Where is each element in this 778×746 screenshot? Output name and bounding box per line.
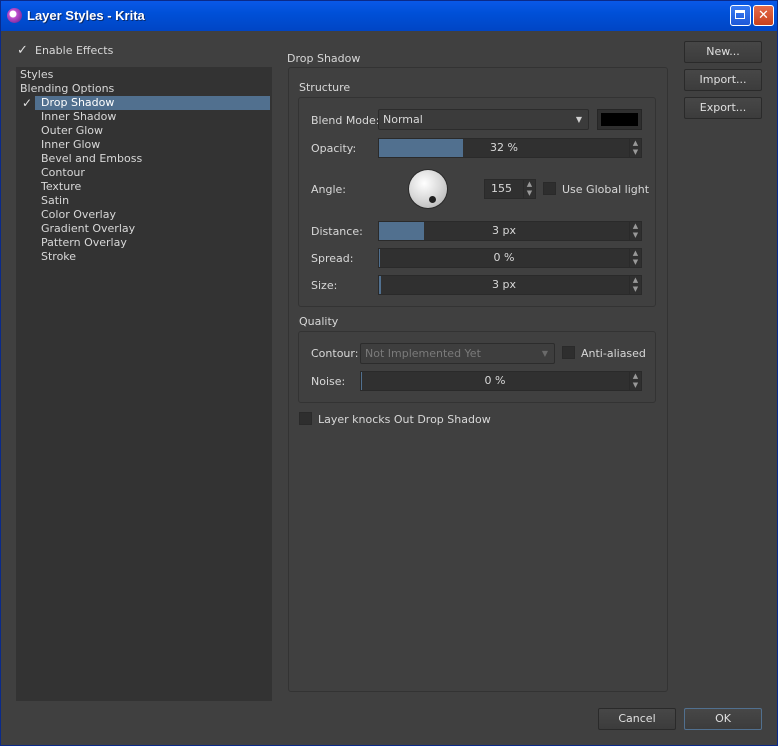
noise-spin-arrows-icon[interactable]: ▲ ▼ <box>629 372 641 390</box>
shadow-color-button[interactable] <box>597 109 642 130</box>
chevron-down-icon: ▼ <box>575 115 582 124</box>
opacity-slider[interactable]: 32 % ▲ ▼ <box>378 138 642 158</box>
angle-spinbox[interactable]: 155 ▲ ▼ <box>484 179 536 199</box>
use-global-light-label[interactable]: Use Global light <box>562 183 649 196</box>
list-item-pattern-overlay[interactable]: Pattern Overlay <box>41 236 127 250</box>
opacity-value: 32 % <box>490 141 518 154</box>
close-button[interactable]: ✕ <box>753 5 774 26</box>
drop-shadow-check-icon[interactable]: ✓ <box>22 97 32 110</box>
panel-title: Drop Shadow <box>287 52 361 65</box>
opacity-label: Opacity: <box>311 142 357 155</box>
quality-title: Quality <box>299 315 339 328</box>
list-item-stroke[interactable]: Stroke <box>41 250 76 264</box>
spread-label: Spread: <box>311 252 354 265</box>
size-slider[interactable]: 3 px ▲ ▼ <box>378 275 642 295</box>
spread-value: 0 % <box>493 251 515 264</box>
window-title: Layer Styles - Krita <box>27 8 145 23</box>
spread-slider[interactable]: 0 % ▲ ▼ <box>378 248 642 268</box>
list-item-bevel-and-emboss[interactable]: Bevel and Emboss <box>41 152 142 166</box>
distance-slider[interactable]: 3 px ▲ ▼ <box>378 221 642 241</box>
blend-mode-value: Normal <box>383 113 423 126</box>
list-item-texture[interactable]: Texture <box>41 180 81 194</box>
angle-dial-handle-icon <box>429 196 436 203</box>
distance-value: 3 px <box>492 224 516 237</box>
maximize-icon <box>735 10 745 19</box>
quality-group <box>298 331 656 403</box>
enable-effects-checkbox[interactable]: ✓ <box>17 44 28 57</box>
structure-title: Structure <box>299 81 351 94</box>
contour-label: Contour: <box>311 347 359 360</box>
opacity-spin-arrows-icon[interactable]: ▲ ▼ <box>629 139 641 157</box>
list-item-inner-glow[interactable]: Inner Glow <box>41 138 100 152</box>
close-icon: ✕ <box>758 8 769 23</box>
maximize-button[interactable] <box>730 5 751 26</box>
knockout-checkbox[interactable] <box>299 412 312 425</box>
layer-styles-dialog: Layer Styles - Krita ✕ ✓ Enable Effects … <box>0 0 778 746</box>
list-item-satin[interactable]: Satin <box>41 194 69 208</box>
new-button[interactable]: New... <box>684 41 762 63</box>
anti-aliased-checkbox[interactable] <box>562 346 575 359</box>
krita-app-icon <box>7 8 22 23</box>
chevron-down-icon: ▼ <box>541 349 548 358</box>
use-global-light-checkbox[interactable] <box>543 182 556 195</box>
knockout-label[interactable]: Layer knocks Out Drop Shadow <box>318 413 491 426</box>
styles-list[interactable]: Styles Blending Options ✓ Drop Shadow In… <box>16 67 272 701</box>
blend-mode-label: Blend Mode: <box>311 114 380 127</box>
contour-select[interactable]: Not Implemented Yet ▼ <box>360 343 555 364</box>
export-button[interactable]: Export... <box>684 97 762 119</box>
spread-spin-arrows-icon[interactable]: ▲ ▼ <box>629 249 641 267</box>
anti-aliased-label[interactable]: Anti-aliased <box>581 347 646 360</box>
import-button[interactable]: Import... <box>684 69 762 91</box>
size-spin-arrows-icon[interactable]: ▲ ▼ <box>629 276 641 294</box>
angle-value: 155 <box>491 182 512 195</box>
noise-slider[interactable]: 0 % ▲ ▼ <box>360 371 642 391</box>
list-item-drop-shadow[interactable]: Drop Shadow <box>35 96 270 110</box>
list-item-gradient-overlay[interactable]: Gradient Overlay <box>41 222 135 236</box>
noise-value: 0 % <box>484 374 506 387</box>
angle-spin-arrows-icon[interactable]: ▲ ▼ <box>523 180 535 198</box>
list-item-blending-options[interactable]: Blending Options <box>20 82 114 96</box>
cancel-button[interactable]: Cancel <box>598 708 676 730</box>
ok-button[interactable]: OK <box>684 708 762 730</box>
blend-mode-select[interactable]: Normal ▼ <box>378 109 589 130</box>
shadow-color-swatch <box>601 113 638 126</box>
distance-label: Distance: <box>311 225 363 238</box>
distance-spin-arrows-icon[interactable]: ▲ ▼ <box>629 222 641 240</box>
contour-value: Not Implemented Yet <box>365 347 481 360</box>
title-bar[interactable]: Layer Styles - Krita ✕ <box>1 1 777 31</box>
size-label: Size: <box>311 279 338 292</box>
angle-label: Angle: <box>311 183 347 196</box>
noise-label: Noise: <box>311 375 346 388</box>
list-item-inner-shadow[interactable]: Inner Shadow <box>41 110 116 124</box>
list-item-contour[interactable]: Contour <box>41 166 85 180</box>
list-item-styles[interactable]: Styles <box>20 68 53 82</box>
size-value: 3 px <box>492 278 516 291</box>
enable-effects-label[interactable]: Enable Effects <box>35 44 113 57</box>
list-item-outer-glow[interactable]: Outer Glow <box>41 124 103 138</box>
angle-dial[interactable] <box>409 170 447 208</box>
list-item-color-overlay[interactable]: Color Overlay <box>41 208 116 222</box>
